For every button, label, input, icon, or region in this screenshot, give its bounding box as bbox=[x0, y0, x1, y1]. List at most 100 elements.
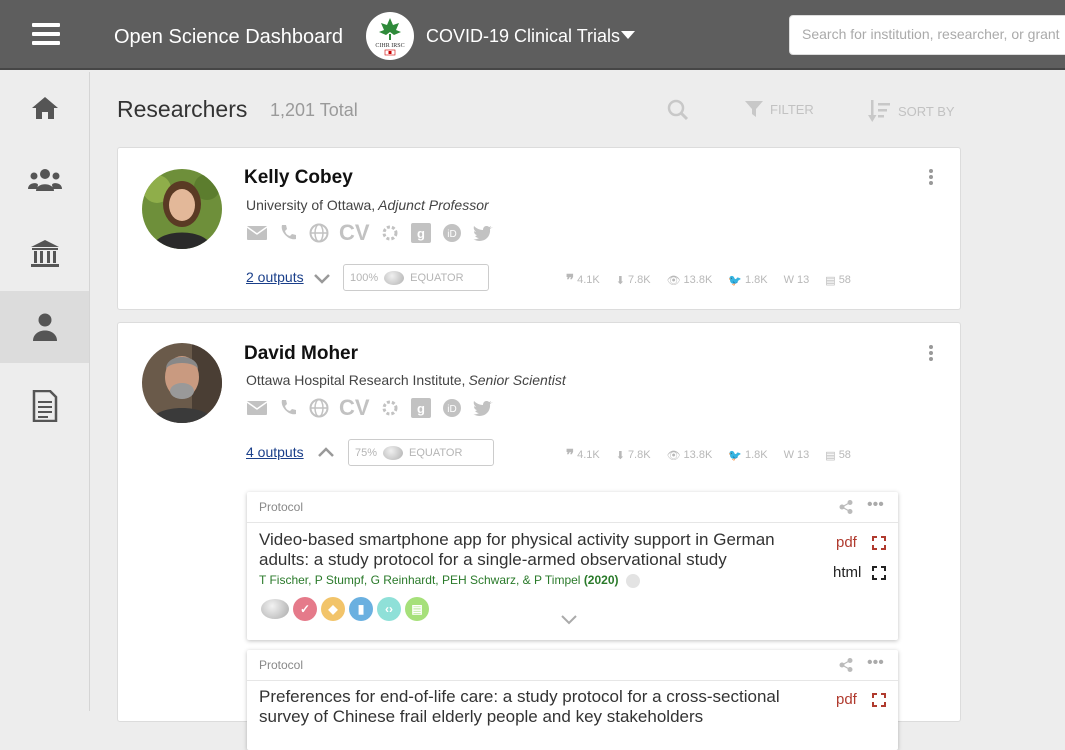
html-link[interactable]: html bbox=[833, 564, 861, 581]
more-horizontal-icon[interactable]: ••• bbox=[867, 496, 884, 514]
phone-icon[interactable] bbox=[277, 397, 299, 419]
more-options-icon[interactable] bbox=[929, 345, 935, 363]
citations-metric: ❞ 4.1K bbox=[566, 272, 600, 289]
share-icon[interactable] bbox=[839, 500, 853, 517]
expand-icon[interactable] bbox=[872, 536, 886, 550]
expand-icon[interactable] bbox=[872, 566, 886, 580]
orcid-icon[interactable]: iD bbox=[441, 222, 463, 244]
sidebar-item-home[interactable] bbox=[0, 72, 89, 144]
orcid-icon[interactable]: iD bbox=[441, 397, 463, 419]
divider bbox=[247, 680, 898, 681]
sort-button[interactable]: SORT BY bbox=[868, 99, 955, 123]
citations-metric: ❞ 4.1K bbox=[566, 447, 600, 464]
app-title[interactable]: Open Science Dashboard bbox=[114, 26, 343, 49]
pdf-link[interactable]: pdf bbox=[836, 691, 857, 708]
svg-text:iD: iD bbox=[447, 404, 456, 415]
cv-icon[interactable]: CV bbox=[339, 395, 370, 420]
outputs-link[interactable]: 2 outputs bbox=[246, 269, 304, 285]
phone-icon[interactable] bbox=[277, 222, 299, 244]
news-metric: ▤ 58 bbox=[825, 274, 851, 287]
globe-icon[interactable] bbox=[308, 222, 330, 244]
contact-icons: CV g iD bbox=[246, 220, 494, 245]
check-badge-icon[interactable]: ✓ bbox=[293, 597, 317, 621]
views-metric: 👁 13.8K bbox=[666, 274, 713, 287]
equator-score[interactable]: 100% EQUATOR bbox=[343, 264, 489, 291]
downloads-metric: ⬇ 7.8K bbox=[615, 274, 651, 287]
svg-text:iD: iD bbox=[447, 229, 456, 240]
settings-icon[interactable] bbox=[379, 222, 401, 244]
filter-button[interactable]: FILTER bbox=[744, 99, 814, 119]
equator-score[interactable]: 75% EQUATOR bbox=[348, 439, 494, 466]
role: Senior Scientist bbox=[468, 372, 566, 388]
output-type: Protocol bbox=[259, 658, 304, 672]
sidebar-item-researchers[interactable] bbox=[0, 291, 89, 363]
share-icon[interactable] bbox=[839, 658, 853, 675]
quote-icon: ❞ bbox=[566, 272, 575, 289]
download-icon: ⬇ bbox=[615, 449, 625, 462]
wikipedia-icon: W bbox=[783, 449, 795, 461]
quote-icon: ❞ bbox=[566, 447, 575, 464]
sidebar-item-institutions[interactable] bbox=[0, 218, 89, 290]
twitter-icon[interactable] bbox=[472, 397, 494, 419]
sidebar bbox=[0, 72, 90, 711]
search-input[interactable]: Search for institution, researcher, or g… bbox=[789, 15, 1065, 55]
newspaper-icon: ▤ bbox=[825, 449, 836, 462]
document-badge-icon[interactable]: ▤ bbox=[405, 597, 429, 621]
divider bbox=[247, 522, 898, 523]
chart-badge-icon[interactable]: ▮ bbox=[349, 597, 373, 621]
outputs-link[interactable]: 4 outputs bbox=[246, 444, 304, 460]
expand-icon[interactable] bbox=[872, 693, 886, 707]
views-metric: 👁 13.8K bbox=[666, 449, 713, 462]
google-scholar-icon[interactable]: g bbox=[410, 397, 432, 419]
equator-label: EQUATOR bbox=[409, 446, 463, 459]
sidebar-item-documents[interactable] bbox=[0, 370, 89, 442]
output-title[interactable]: Video-based smartphone app for physical … bbox=[259, 530, 809, 570]
tweets-metric: 🐦 1.8K bbox=[728, 274, 768, 287]
output-card[interactable]: Protocol ••• Video-based smartphone app … bbox=[247, 492, 898, 640]
email-icon[interactable] bbox=[246, 222, 268, 244]
tweets-metric: 🐦 1.8K bbox=[728, 449, 768, 462]
equator-icon[interactable] bbox=[261, 599, 289, 619]
download-icon: ⬇ bbox=[615, 274, 625, 287]
chevron-down-icon[interactable] bbox=[621, 31, 635, 39]
role: Adjunct Professor bbox=[378, 197, 489, 213]
sidebar-item-groups[interactable] bbox=[0, 144, 89, 216]
menu-icon[interactable] bbox=[32, 23, 60, 45]
output-card[interactable]: Protocol ••• Preferences for end-of-life… bbox=[247, 650, 898, 750]
contact-icons: CV g iD bbox=[246, 395, 494, 420]
cihr-logo: CIHR IRSC bbox=[366, 12, 414, 60]
researcher-name[interactable]: David Moher bbox=[244, 343, 358, 365]
search-button[interactable] bbox=[667, 99, 689, 121]
researcher-affiliation: University of Ottawa, Adjunct Professor bbox=[246, 197, 489, 213]
code-badge-icon[interactable]: ‹› bbox=[377, 597, 401, 621]
avatar[interactable] bbox=[142, 343, 222, 423]
search-icon bbox=[667, 99, 689, 121]
avatar[interactable] bbox=[142, 169, 222, 249]
wiki-metric: W 13 bbox=[783, 449, 810, 461]
researcher-card[interactable]: Kelly Cobey University of Ottawa, Adjunct… bbox=[117, 147, 961, 310]
project-selector[interactable]: COVID-19 Clinical Trials bbox=[426, 26, 620, 47]
chevron-up-icon[interactable] bbox=[318, 447, 334, 457]
svg-text:g: g bbox=[417, 226, 425, 241]
output-title[interactable]: Preferences for end-of-life care: a stud… bbox=[259, 687, 809, 727]
more-options-icon[interactable] bbox=[929, 169, 935, 187]
globe-icon[interactable] bbox=[308, 397, 330, 419]
google-scholar-icon[interactable]: g bbox=[410, 222, 432, 244]
institution-icon bbox=[30, 240, 59, 267]
more-horizontal-icon[interactable]: ••• bbox=[867, 654, 884, 672]
email-icon[interactable] bbox=[246, 397, 268, 419]
output-year: (2020) bbox=[583, 573, 619, 587]
researcher-name[interactable]: Kelly Cobey bbox=[244, 167, 353, 189]
twitter-icon[interactable] bbox=[472, 222, 494, 244]
chevron-down-icon[interactable] bbox=[314, 274, 330, 284]
newspaper-icon: ▤ bbox=[825, 274, 836, 287]
cv-icon[interactable]: CV bbox=[339, 220, 370, 245]
svg-text:g: g bbox=[417, 401, 425, 416]
pdf-link[interactable]: pdf bbox=[836, 534, 857, 551]
settings-icon[interactable] bbox=[379, 397, 401, 419]
filter-label: FILTER bbox=[770, 101, 814, 117]
equator-icon bbox=[384, 270, 405, 285]
box-badge-icon[interactable]: ◆ bbox=[321, 597, 345, 621]
page-title: Researchers bbox=[117, 96, 248, 122]
chevron-down-icon[interactable] bbox=[561, 615, 577, 625]
